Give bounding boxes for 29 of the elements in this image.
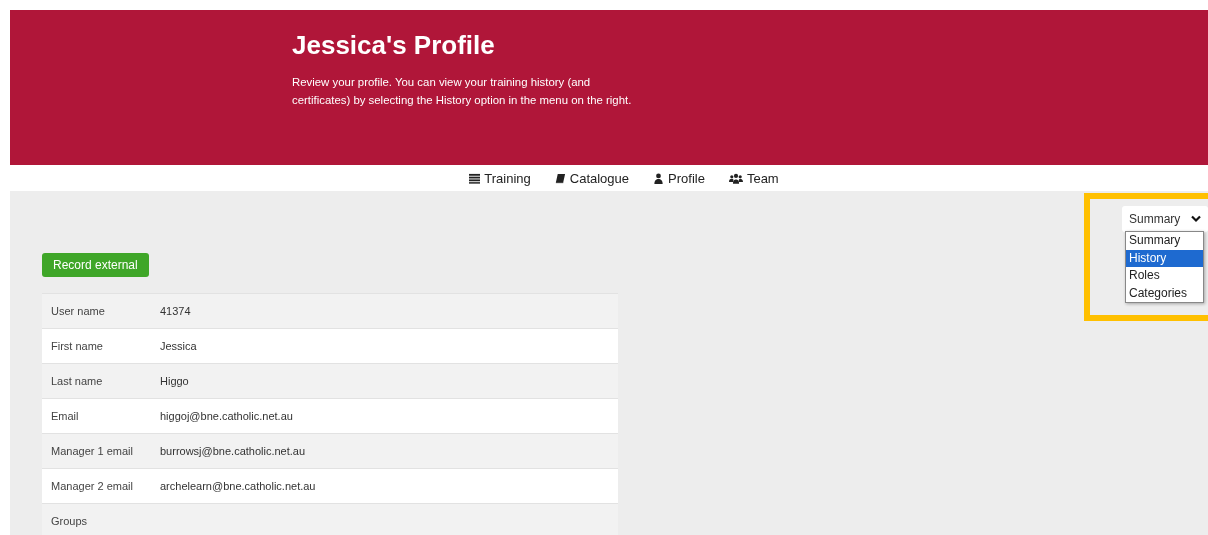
dropdown-option[interactable]: Summary bbox=[1126, 232, 1203, 250]
page-description: Review your profile. You can view your training history (and certificates) by selecting the History option in the menu on the right. bbox=[292, 75, 632, 108]
nav-link[interactable]: Profile bbox=[653, 170, 705, 186]
nav-link[interactable]: Training bbox=[469, 170, 531, 186]
field-value: 41374 bbox=[160, 305, 191, 317]
nav-link[interactable]: Team bbox=[728, 170, 779, 186]
field-label: First name bbox=[50, 340, 104, 352]
field-value: Higgo bbox=[160, 375, 189, 387]
page-title: Jessica's Profile bbox=[292, 30, 496, 61]
field-label: Manager 1 email bbox=[50, 445, 134, 457]
field-value: Jessica bbox=[160, 340, 197, 352]
book-icon bbox=[554, 172, 566, 184]
field-label: Last name bbox=[50, 375, 104, 387]
dropdown-option[interactable]: Categories bbox=[1126, 284, 1203, 302]
user-icon bbox=[653, 172, 665, 184]
nav-link[interactable]: Catalogue bbox=[554, 170, 630, 186]
field-label: Manager 2 email bbox=[50, 480, 134, 492]
field-label: Email bbox=[50, 410, 80, 422]
field-value: higgoj@bne.catholic.net.au bbox=[160, 410, 293, 422]
users-icon bbox=[728, 172, 743, 184]
list-icon bbox=[469, 172, 481, 184]
field-label: Groups bbox=[50, 515, 89, 527]
field-value: archelearn@bne.catholic.net.au bbox=[160, 480, 316, 492]
chevron-down-icon bbox=[1191, 215, 1201, 223]
dropdown-option[interactable]: Roles bbox=[1126, 267, 1203, 285]
field-value: burrowsj@bne.catholic.net.au bbox=[160, 445, 306, 457]
view-dropdown[interactable]: Summary bbox=[1122, 206, 1208, 232]
dropdown-option[interactable]: History bbox=[1126, 249, 1203, 267]
field-label: User name bbox=[50, 305, 106, 317]
